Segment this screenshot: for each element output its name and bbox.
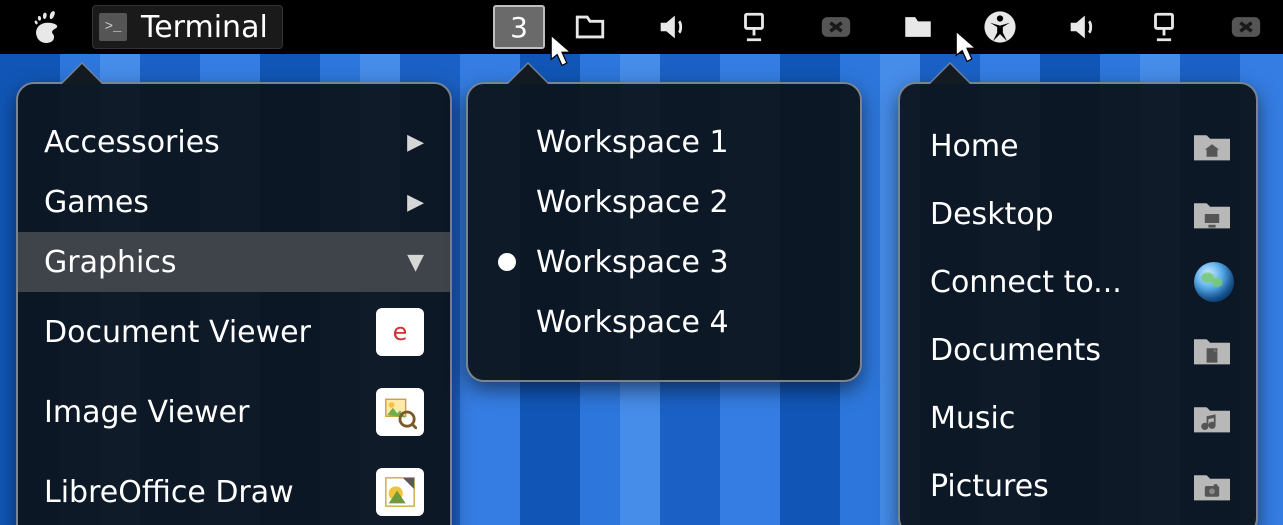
menu-category-games[interactable]: Games ▶ xyxy=(18,172,450,232)
menu-place-music[interactable]: Music xyxy=(900,384,1256,452)
terminal-icon: >_ xyxy=(99,13,127,41)
chevron-right-icon: ▶ xyxy=(407,190,424,215)
taskbar-app-label: Terminal xyxy=(141,10,268,45)
menu-app-image-viewer[interactable]: Image Viewer xyxy=(18,372,450,452)
chevron-down-icon: ▼ xyxy=(407,250,424,275)
menu-workspace-3[interactable]: Workspace 3 xyxy=(468,232,860,292)
globe-icon xyxy=(1194,262,1234,302)
workspace-number: 3 xyxy=(510,11,528,44)
menu-place-home[interactable]: Home xyxy=(900,112,1256,180)
home-folder-icon xyxy=(1190,128,1234,164)
notifications-icon-2[interactable] xyxy=(1229,10,1263,44)
desktop-folder-icon xyxy=(1190,196,1234,232)
libreoffice-draw-icon xyxy=(376,468,424,516)
notifications-icon[interactable] xyxy=(819,10,853,44)
top-panel: >_ Terminal 3 xyxy=(0,0,1283,54)
chevron-right-icon: ▶ xyxy=(407,130,424,155)
taskbar-app-terminal[interactable]: >_ Terminal xyxy=(92,5,283,49)
evince-icon: e xyxy=(376,308,424,356)
menu-place-pictures[interactable]: Pictures xyxy=(900,452,1256,520)
volume-icon-2[interactable] xyxy=(1065,10,1099,44)
network-icon-2[interactable] xyxy=(1147,10,1181,44)
menu-app-document-viewer[interactable]: Document Viewer e xyxy=(18,292,450,372)
workspace-indicator[interactable]: 3 xyxy=(493,5,545,49)
documents-folder-icon xyxy=(1190,332,1234,368)
activities-icon[interactable] xyxy=(30,10,64,44)
menu-place-documents[interactable]: Documents xyxy=(900,316,1256,384)
pictures-folder-icon xyxy=(1190,468,1234,504)
places-icon[interactable] xyxy=(901,10,935,44)
applications-menu: Accessories ▶ Games ▶ Graphics ▼ Documen… xyxy=(16,82,452,525)
menu-place-desktop[interactable]: Desktop xyxy=(900,180,1256,248)
menu-workspace-1[interactable]: Workspace 1 xyxy=(468,112,860,172)
radio-active-icon xyxy=(498,253,516,271)
menu-app-libreoffice-draw[interactable]: LibreOffice Draw xyxy=(18,452,450,525)
accessibility-icon[interactable] xyxy=(983,10,1017,44)
places-menu: Home Desktop Connect to... Documents Mus… xyxy=(898,82,1258,525)
eog-icon xyxy=(376,388,424,436)
music-folder-icon xyxy=(1190,400,1234,436)
menu-category-graphics[interactable]: Graphics ▼ xyxy=(18,232,450,292)
menu-workspace-4[interactable]: Workspace 4 xyxy=(468,292,860,352)
menu-workspace-2[interactable]: Workspace 2 xyxy=(468,172,860,232)
file-manager-icon[interactable] xyxy=(573,10,607,44)
volume-icon[interactable] xyxy=(655,10,689,44)
workspace-menu: Workspace 1 Workspace 2 Workspace 3 Work… xyxy=(466,82,862,382)
network-icon[interactable] xyxy=(737,10,771,44)
menu-category-accessories[interactable]: Accessories ▶ xyxy=(18,112,450,172)
menu-place-connect[interactable]: Connect to... xyxy=(900,248,1256,316)
